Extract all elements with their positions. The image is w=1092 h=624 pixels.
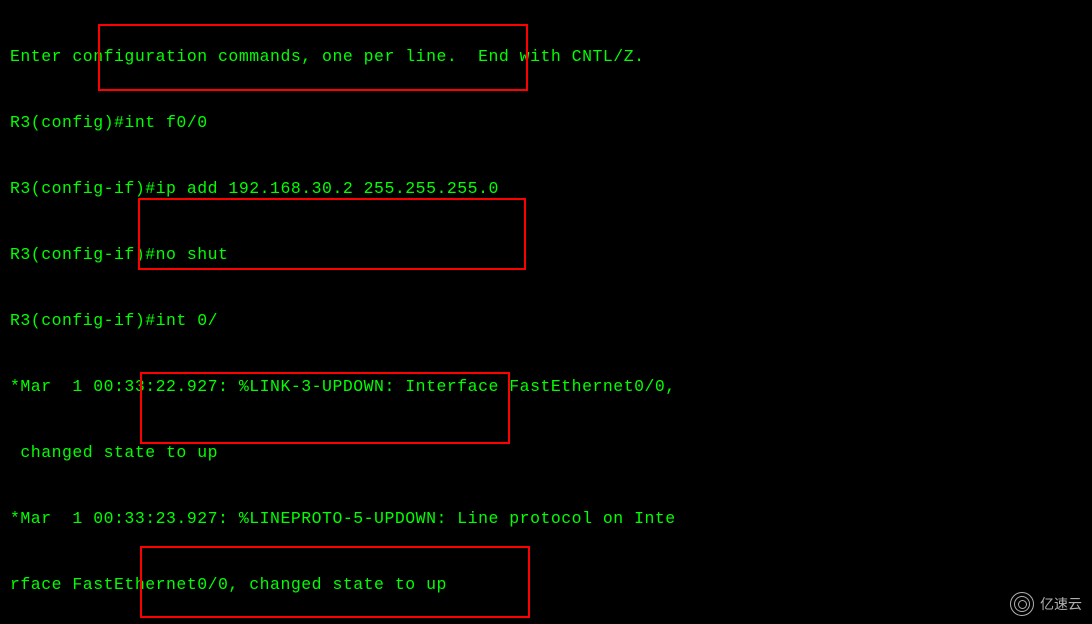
watermark-logo-icon <box>1010 592 1034 616</box>
terminal-line: *Mar 1 00:33:22.927: %LINK-3-UPDOWN: Int… <box>10 376 1092 398</box>
terminal-line: R3(config-if)#ip add 192.168.30.2 255.25… <box>10 178 1092 200</box>
terminal-output: Enter configuration commands, one per li… <box>0 0 1092 624</box>
terminal-line: R3(config)#int f0/0 <box>10 112 1092 134</box>
terminal-line: R3(config-if)#no shut <box>10 244 1092 266</box>
watermark-text: 亿速云 <box>1040 593 1082 615</box>
terminal-line: Enter configuration commands, one per li… <box>10 46 1092 68</box>
watermark: 亿速云 <box>1004 588 1088 620</box>
terminal-line: rface FastEthernet0/0, changed state to … <box>10 574 1092 596</box>
terminal-line: changed state to up <box>10 442 1092 464</box>
terminal-line: R3(config-if)#int 0/ <box>10 310 1092 332</box>
terminal-line: *Mar 1 00:33:23.927: %LINEPROTO-5-UPDOWN… <box>10 508 1092 530</box>
